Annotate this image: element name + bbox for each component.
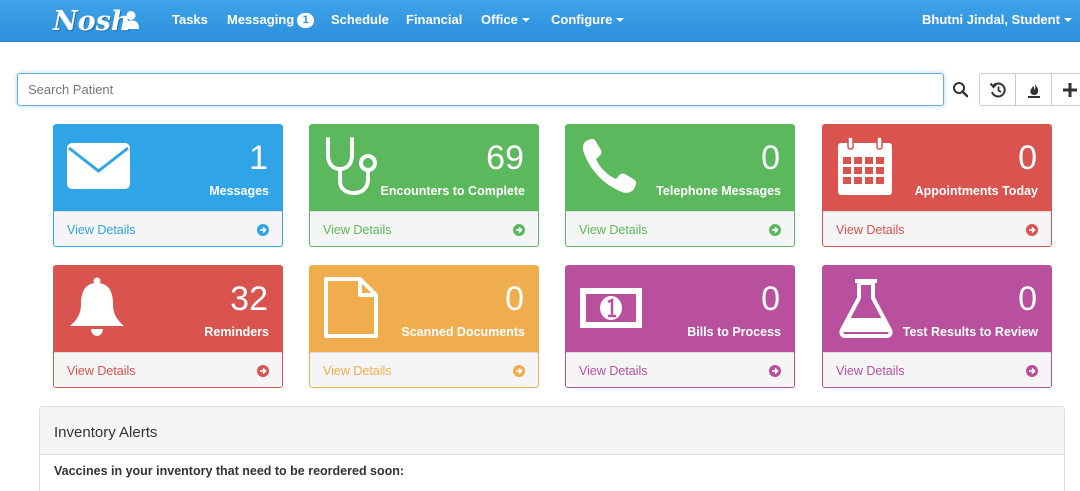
panel-bills-header: 0 Bills to Process xyxy=(566,266,794,352)
fire-icon xyxy=(1027,81,1040,98)
user-icon xyxy=(123,11,139,29)
test-results-view-details[interactable]: View Details xyxy=(823,352,1051,387)
user-menu-label: Bhutni Jindal, Student xyxy=(922,12,1060,27)
test-results-count: 0 xyxy=(1018,280,1037,318)
panel-scanned-header: 0 Scanned Documents xyxy=(310,266,538,352)
bills-view-details[interactable]: View Details xyxy=(566,352,794,387)
encounters-view-details[interactable]: View Details xyxy=(310,211,538,246)
bell-icon xyxy=(70,277,124,336)
appointments-count: 0 xyxy=(1018,139,1037,177)
panel-reminders: 32 Reminders View Details xyxy=(53,265,283,388)
panel-encounters-header: 69 Encounters to Complete xyxy=(310,125,538,211)
arrow-circle-right-icon xyxy=(769,224,781,236)
messages-view-details[interactable]: View Details xyxy=(54,211,282,246)
money-bill-icon xyxy=(580,288,642,328)
reminders-count: 32 xyxy=(230,280,268,318)
view-details-link[interactable]: View Details xyxy=(836,223,905,237)
brand-logo: Nosh xyxy=(53,5,131,37)
arrow-circle-right-icon xyxy=(257,224,269,236)
search-patient-input[interactable] xyxy=(17,73,944,106)
arrow-circle-right-icon xyxy=(1026,224,1038,236)
panel-bills: 0 Bills to Process View Details xyxy=(565,265,795,388)
view-details-link[interactable]: View Details xyxy=(836,364,905,378)
search-icon[interactable] xyxy=(948,79,974,101)
arrow-circle-right-icon xyxy=(257,365,269,377)
nav-tasks-label: Tasks xyxy=(172,12,208,27)
encounters-label: Encounters to Complete xyxy=(380,184,525,198)
panel-reminders-header: 32 Reminders xyxy=(54,266,282,352)
plus-icon xyxy=(1063,82,1077,97)
scanned-count: 0 xyxy=(505,280,524,318)
view-details-link[interactable]: View Details xyxy=(323,364,392,378)
telephone-view-details[interactable]: View Details xyxy=(566,211,794,246)
arrow-circle-right-icon xyxy=(769,365,781,377)
open-chart-button[interactable] xyxy=(1015,73,1052,106)
panel-telephone-header: 0 Telephone Messages xyxy=(566,125,794,211)
encounters-count: 69 xyxy=(486,139,524,177)
nav-messaging[interactable]: Messaging 1 xyxy=(227,0,315,40)
telephone-label: Telephone Messages xyxy=(656,184,781,198)
scanned-view-details[interactable]: View Details xyxy=(310,352,538,387)
brand-link[interactable]: Nosh xyxy=(53,2,131,40)
view-details-link[interactable]: View Details xyxy=(579,223,648,237)
reminders-label: Reminders xyxy=(204,325,269,339)
add-patient-button[interactable] xyxy=(1051,73,1080,106)
history-icon xyxy=(989,81,1006,97)
panel-test-results: 0 Test Results to Review View Details xyxy=(822,265,1052,388)
panel-encounters: 69 Encounters to Complete View Details xyxy=(309,124,539,247)
messages-label: Messages xyxy=(209,184,269,198)
appointments-view-details[interactable]: View Details xyxy=(823,211,1051,246)
stethoscope-icon xyxy=(326,137,377,196)
arrow-circle-right-icon xyxy=(1026,365,1038,377)
nav-office-dropdown[interactable]: Office xyxy=(481,0,530,40)
panel-scanned-documents: 0 Scanned Documents View Details xyxy=(309,265,539,388)
arrow-circle-right-icon xyxy=(513,365,525,377)
messages-count: 1 xyxy=(249,139,268,177)
nav-schedule[interactable]: Schedule xyxy=(331,0,389,40)
view-details-link[interactable]: View Details xyxy=(323,223,392,237)
view-details-link[interactable]: View Details xyxy=(67,223,136,237)
nav-financial-label: Financial xyxy=(406,12,463,27)
scanned-label: Scanned Documents xyxy=(401,325,525,339)
nav-configure-label: Configure xyxy=(551,12,613,27)
appointments-label: Appointments Today xyxy=(914,184,1038,198)
chevron-down-icon xyxy=(616,17,625,22)
test-results-label: Test Results to Review xyxy=(902,325,1038,339)
nav-messaging-label: Messaging xyxy=(227,12,295,27)
panel-messages: 1 Messages View Details xyxy=(53,124,283,247)
view-details-link[interactable]: View Details xyxy=(579,364,648,378)
view-details-link[interactable]: View Details xyxy=(67,364,136,378)
telephone-count: 0 xyxy=(761,139,780,177)
calendar-icon xyxy=(838,136,892,195)
inventory-alerts-panel: Inventory Alerts Vaccines in your invent… xyxy=(39,406,1065,491)
user-menu-dropdown[interactable]: Bhutni Jindal, Student xyxy=(922,0,1072,40)
panel-appointments: 0 Appointments Today View Details xyxy=(822,124,1052,247)
nav-financial[interactable]: Financial xyxy=(406,0,462,40)
bills-label: Bills to Process xyxy=(687,325,781,339)
inventory-alerts-text: Vaccines in your inventory that need to … xyxy=(54,464,405,478)
flask-icon xyxy=(839,279,893,338)
envelope-icon xyxy=(67,143,130,189)
bills-count: 0 xyxy=(761,280,780,318)
reminders-view-details[interactable]: View Details xyxy=(54,352,282,387)
top-navbar: Nosh Tasks Messaging 1 Schedule Financial… xyxy=(0,0,1080,42)
chevron-down-icon xyxy=(1063,17,1072,22)
document-icon xyxy=(324,277,378,338)
inventory-alerts-title: Inventory Alerts xyxy=(54,424,158,441)
panel-test-results-header: 0 Test Results to Review xyxy=(823,266,1051,352)
arrow-circle-right-icon xyxy=(513,224,525,236)
messaging-count-badge: 1 xyxy=(297,13,315,28)
phone-icon xyxy=(582,138,637,193)
inventory-alerts-header: Inventory Alerts xyxy=(40,407,1064,455)
panel-messages-header: 1 Messages xyxy=(54,125,282,211)
history-button[interactable] xyxy=(979,73,1016,106)
nav-tasks[interactable]: Tasks xyxy=(172,0,208,40)
panel-appointments-header: 0 Appointments Today xyxy=(823,125,1051,211)
nav-office-label: Office xyxy=(481,12,518,27)
panel-telephone-messages: 0 Telephone Messages View Details xyxy=(565,124,795,247)
nav-schedule-label: Schedule xyxy=(331,12,389,27)
chevron-down-icon xyxy=(521,17,530,22)
nav-configure-dropdown[interactable]: Configure xyxy=(551,0,625,40)
